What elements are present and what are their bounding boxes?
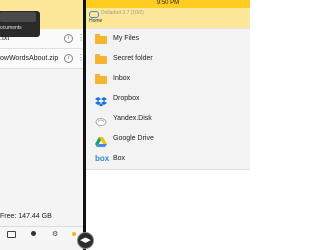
location-label: My Files [113, 35, 140, 42]
status-bar [0, 0, 83, 8]
split-divider[interactable] [83, 0, 86, 250]
folder-icon [95, 34, 107, 44]
dropbox-icon [95, 94, 107, 107]
popup-menu-label[interactable]: ocuments [0, 25, 22, 31]
folder-icon [95, 74, 107, 84]
header-subtitle: Home [89, 18, 103, 24]
location-label: Inbox [113, 75, 131, 82]
storage-text: Free: 147.44 GB [0, 213, 52, 220]
settings-icon[interactable]: ⚙ [52, 230, 58, 238]
location-google-drive[interactable]: Google Drive [86, 129, 250, 150]
status-bar: 9:50 PM [86, 0, 250, 8]
folder-icon [95, 54, 107, 64]
header-bar: Dollarbot 3.7 (10/2) Home [86, 8, 250, 28]
info-icon[interactable]: i [64, 34, 73, 43]
file-name: owWordsAbout.zip [0, 55, 59, 62]
empty-area [86, 170, 250, 250]
location-label: Google Drive [113, 135, 154, 142]
popup-menu: ocuments [0, 11, 40, 37]
record-icon[interactable] [31, 231, 36, 236]
file-browser-pane: .txt i ⋮ owWordsAbout.zip i ⋮ ⚙ Free: 14… [0, 0, 83, 250]
info-icon[interactable]: i [64, 54, 73, 63]
box-icon: box [95, 154, 110, 163]
location-label: Dropbox [113, 95, 140, 102]
app-title: Dollarbot 3.7 (10/2) [101, 10, 144, 16]
locations-list: My Files Secret folder Inbox Dropbox Yan… [86, 28, 250, 171]
location-label: Secret folder [113, 55, 153, 62]
google-drive-icon [95, 134, 107, 147]
location-label: Box [113, 155, 126, 162]
storage-bar [0, 240, 83, 250]
status-dot-icon [72, 232, 76, 236]
location-yandex-disk[interactable]: Yandex.Disk [86, 109, 250, 130]
location-label: Yandex.Disk [113, 115, 152, 122]
location-dropbox[interactable]: Dropbox [86, 89, 250, 110]
split-handle-icon[interactable]: ◀▶ [77, 232, 94, 249]
location-box[interactable]: box Box [86, 149, 250, 170]
location-my-files[interactable]: My Files [86, 29, 250, 50]
popup-menu-item[interactable] [0, 12, 36, 22]
status-time: 9:50 PM [156, 0, 180, 6]
location-secret-folder[interactable]: Secret folder [86, 49, 250, 70]
location-inbox[interactable]: Inbox [86, 69, 250, 90]
storage-icon[interactable] [7, 231, 16, 238]
locations-pane: 9:50 PM Dollarbot 3.7 (10/2) Home My Fil… [86, 0, 250, 250]
yandex-disk-icon [95, 114, 107, 126]
cloud-logo-icon [89, 11, 99, 18]
file-row[interactable]: owWordsAbout.zip i ⋮ [0, 49, 83, 69]
